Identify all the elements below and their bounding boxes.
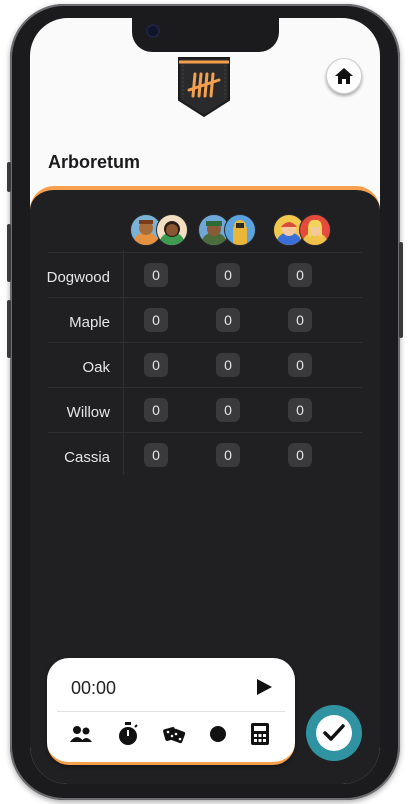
- players-icon[interactable]: [69, 722, 93, 746]
- panel-divider: [57, 711, 285, 712]
- row-label-dogwood: Dogwood: [46, 269, 110, 286]
- timer-display: 00:00: [71, 678, 117, 698]
- row-label-cassia: Cassia: [64, 449, 110, 466]
- score-cell[interactable]: 0: [288, 398, 312, 422]
- calculator-icon[interactable]: [248, 722, 272, 746]
- done-button[interactable]: [306, 705, 362, 761]
- score-cell[interactable]: 0: [288, 263, 312, 287]
- play-icon[interactable]: [255, 678, 273, 696]
- score-cell[interactable]: 0: [216, 443, 240, 467]
- stopwatch-icon[interactable]: [116, 722, 140, 746]
- home-button[interactable]: [326, 58, 362, 94]
- timer-panel: 00:00: [47, 658, 295, 765]
- row-label-willow: Willow: [66, 404, 110, 421]
- dice-icon[interactable]: [162, 722, 186, 746]
- score-cell[interactable]: 0: [144, 353, 168, 377]
- score-cell[interactable]: 0: [144, 308, 168, 332]
- app-screen: Arboretum Dogwood 0 0 0 Maple 0 0 0 Oak …: [30, 18, 380, 784]
- player-3-avatars[interactable]: [273, 214, 333, 248]
- check-icon: [323, 724, 345, 741]
- score-cell[interactable]: 0: [216, 308, 240, 332]
- notch: [132, 18, 279, 52]
- player-2-avatars[interactable]: [198, 214, 258, 248]
- score-cell[interactable]: 0: [144, 443, 168, 467]
- score-cell[interactable]: 0: [216, 398, 240, 422]
- score-cell[interactable]: 0: [288, 443, 312, 467]
- dot-icon[interactable]: [206, 722, 230, 746]
- front-camera: [148, 26, 158, 36]
- row-label-maple: Maple: [69, 314, 110, 331]
- score-cell[interactable]: 0: [144, 263, 168, 287]
- row-label-oak: Oak: [82, 359, 110, 376]
- tally-marks-icon: [177, 56, 231, 118]
- score-cell[interactable]: 0: [288, 308, 312, 332]
- page-title: Arboretum: [48, 152, 141, 172]
- home-icon: [335, 68, 353, 84]
- score-cell[interactable]: 0: [144, 398, 168, 422]
- player-1-avatars[interactable]: [130, 214, 190, 248]
- column-divider: [123, 250, 124, 475]
- score-cell[interactable]: 0: [216, 263, 240, 287]
- score-cell[interactable]: 0: [216, 353, 240, 377]
- score-cell[interactable]: 0: [288, 353, 312, 377]
